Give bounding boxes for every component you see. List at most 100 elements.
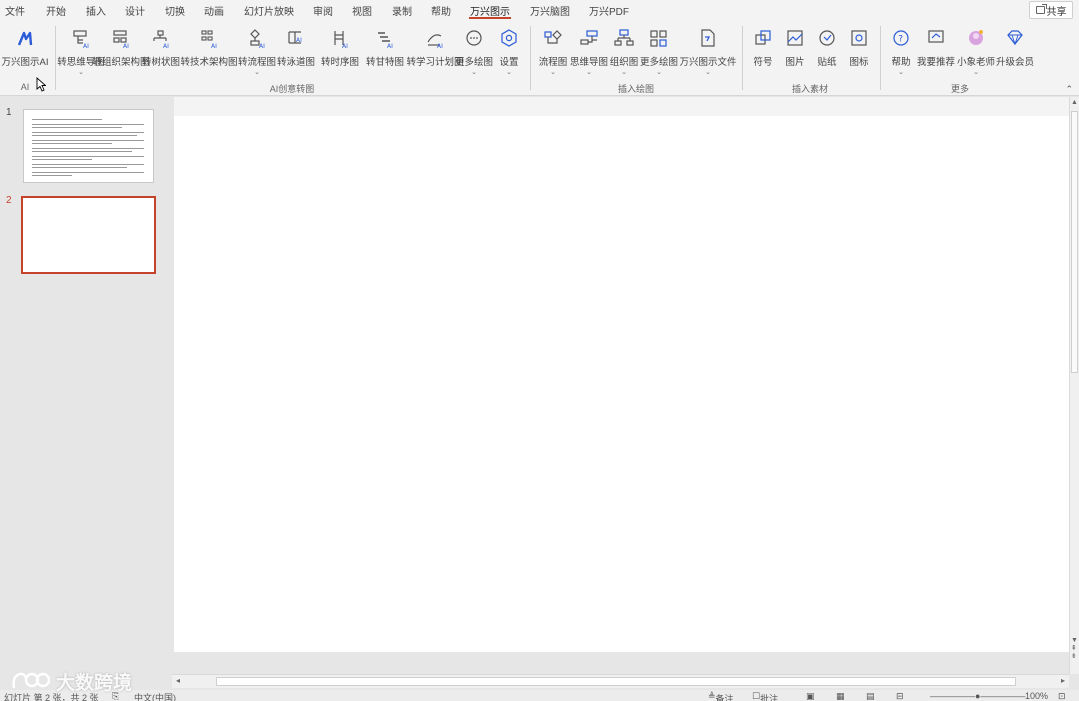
diamond-icon: [1004, 28, 1026, 50]
slide-thumbnail-1[interactable]: [23, 109, 154, 183]
mouse-cursor-icon: [36, 77, 46, 92]
svg-text:AI: AI: [123, 43, 129, 50]
fit-to-window-icon[interactable]: ⊡: [1058, 691, 1066, 701]
slideshow-icon[interactable]: ⊟: [896, 691, 904, 701]
share-icon: [1035, 4, 1047, 14]
tab-review[interactable]: 审阅: [313, 3, 333, 18]
scroll-right-icon[interactable]: ▸: [1061, 676, 1065, 685]
insert-more-drawing-button[interactable]: 更多绘图 ⌄: [640, 26, 678, 80]
help-button[interactable]: ? 帮助 ⌄: [886, 26, 916, 80]
scroll-up-icon[interactable]: ▲: [1071, 99, 1078, 106]
tab-insert[interactable]: 插入: [86, 3, 106, 18]
scroll-down-icon[interactable]: ▼ ⇞ ⇟: [1071, 637, 1078, 661]
group-label-ai: AI: [20, 82, 30, 92]
share-button[interactable]: 共享: [1029, 1, 1073, 19]
ai-logo-icon: [14, 28, 36, 50]
mindmap-icon: [578, 28, 600, 50]
insert-flowchart-button[interactable]: 流程图 ⌄: [536, 26, 570, 80]
org-chart-ai-icon: AI: [110, 28, 132, 50]
teacher-avatar-icon: [965, 28, 987, 50]
tab-design[interactable]: 设计: [125, 3, 145, 18]
tab-file[interactable]: 文件: [5, 3, 25, 18]
convert-tech-arch-button[interactable]: AI 转技术架构图: [181, 26, 238, 80]
group-label-more: 更多: [950, 84, 970, 94]
chevron-down-icon: ⌄: [898, 69, 904, 76]
picture-icon: [784, 28, 806, 50]
normal-view-icon[interactable]: ▣: [806, 691, 815, 701]
zoom-level[interactable]: 100%: [1025, 691, 1048, 701]
tab-home[interactable]: 开始: [46, 3, 66, 18]
chevron-down-icon: ⌄: [471, 69, 477, 76]
tab-edrawmind[interactable]: 万兴脑图: [530, 3, 570, 18]
edraw-ai-button[interactable]: 万兴图示AI: [1, 26, 49, 80]
scroll-left-icon[interactable]: ◂: [176, 676, 180, 685]
mindmap-ai-icon: AI: [70, 28, 92, 50]
recommend-icon: [925, 28, 947, 50]
chevron-down-icon: ⌄: [78, 69, 84, 76]
insert-mindmap-button[interactable]: 思维导图 ⌄: [570, 26, 608, 80]
tab-pdf[interactable]: 万兴PDF: [589, 3, 629, 18]
tree-ai-icon: AI: [150, 28, 172, 50]
slide-number: 2: [6, 195, 12, 206]
tab-record[interactable]: 录制: [392, 3, 412, 18]
tab-edraw[interactable]: 万兴图示: [469, 3, 511, 19]
more-drawing-icon: [463, 28, 485, 50]
convert-gantt-button[interactable]: AI 转甘特图: [365, 26, 405, 80]
insert-icon-button[interactable]: 图标: [844, 26, 874, 80]
watermark: 大数跨境: [10, 666, 132, 696]
insert-edraw-file-button[interactable]: 万兴图示文件 ⌄: [680, 26, 737, 80]
canvas-top-margin: [174, 97, 1069, 116]
tab-help[interactable]: 帮助: [431, 3, 451, 18]
insert-picture-button[interactable]: 图片: [780, 26, 810, 80]
insert-org-chart-button[interactable]: 组织图 ⌄: [608, 26, 640, 80]
flowchart-icon: [542, 28, 564, 50]
reading-view-icon[interactable]: ▤: [866, 691, 875, 701]
svg-text:?: ?: [898, 34, 903, 44]
gantt-ai-icon: AI: [374, 28, 396, 50]
sticker-icon: [816, 28, 838, 50]
convert-org-chart-button[interactable]: AI 转组织架构图: [93, 26, 150, 80]
teacher-button[interactable]: 小象老师 ⌄: [956, 26, 996, 80]
upgrade-member-button[interactable]: 升级会员: [996, 26, 1034, 80]
zoom-slider[interactable]: —————●—————: [930, 691, 1025, 701]
convert-mindmap-button[interactable]: AI 转思维导图 ⌄: [57, 26, 105, 80]
ai-settings-button[interactable]: 设置 ⌄: [494, 26, 524, 80]
collapse-ribbon-icon[interactable]: ⌃: [1065, 84, 1073, 95]
status-bar: 幻灯片 第 2 张，共 2 张 ⎘ 中文(中国) ≜ 备注 ☐ 批注 ▣ ▦ ▤…: [0, 690, 1079, 701]
notes-button[interactable]: ≜ 备注: [708, 691, 734, 701]
convert-swimlane-button[interactable]: AI 转泳道图: [277, 26, 315, 80]
more-ai-drawing-button[interactable]: 更多绘图 ⌄: [455, 26, 493, 80]
tab-slideshow[interactable]: 幻灯片放映: [244, 3, 294, 18]
ribbon-divider: [55, 26, 56, 90]
tab-view[interactable]: 视图: [352, 3, 372, 18]
more-drawings-icon: [648, 28, 670, 50]
svg-text:AI: AI: [259, 43, 265, 50]
language-status[interactable]: 中文(中国): [134, 691, 176, 701]
insert-sticker-button[interactable]: 贴纸: [812, 26, 842, 80]
share-label: 共享: [1046, 6, 1067, 18]
slide-canvas[interactable]: [174, 116, 1069, 652]
flowchart-ai-icon: AI: [246, 28, 268, 50]
svg-text:AI: AI: [211, 43, 217, 50]
tab-animations[interactable]: 动画: [204, 3, 224, 18]
slide-sorter-icon[interactable]: ▦: [836, 691, 845, 701]
horizontal-scrollbar[interactable]: ◂ ▸: [172, 674, 1069, 688]
convert-flowchart-button[interactable]: AI 转流程图 ⌄: [238, 26, 276, 80]
insert-symbol-button[interactable]: 符号: [748, 26, 778, 80]
slide-number: 1: [6, 107, 12, 118]
scroll-thumb[interactable]: [216, 677, 1016, 686]
comments-button[interactable]: ☐ 批注: [752, 691, 778, 701]
slide-thumbnail-2[interactable]: [21, 196, 156, 274]
icon-library-icon: [848, 28, 870, 50]
vertical-scrollbar[interactable]: ▲ ▼ ⇞ ⇟: [1069, 97, 1079, 674]
recommend-button[interactable]: 我要推荐: [917, 26, 955, 80]
tab-transitions[interactable]: 切换: [165, 3, 185, 18]
convert-tree-button[interactable]: AI 转树状图: [142, 26, 180, 80]
study-plan-ai-icon: AI: [424, 28, 446, 50]
scroll-thumb[interactable]: [1071, 111, 1078, 373]
ribbon-divider: [742, 26, 743, 90]
ribbon: 万兴图示AI AI AI 转思维导图 ⌄ AI 转组织架构图 AI 转树状图 A…: [0, 20, 1079, 96]
convert-sequence-button[interactable]: AI 转时序图: [316, 26, 364, 80]
slide-editor: [172, 97, 1069, 674]
svg-text:AI: AI: [296, 37, 302, 44]
